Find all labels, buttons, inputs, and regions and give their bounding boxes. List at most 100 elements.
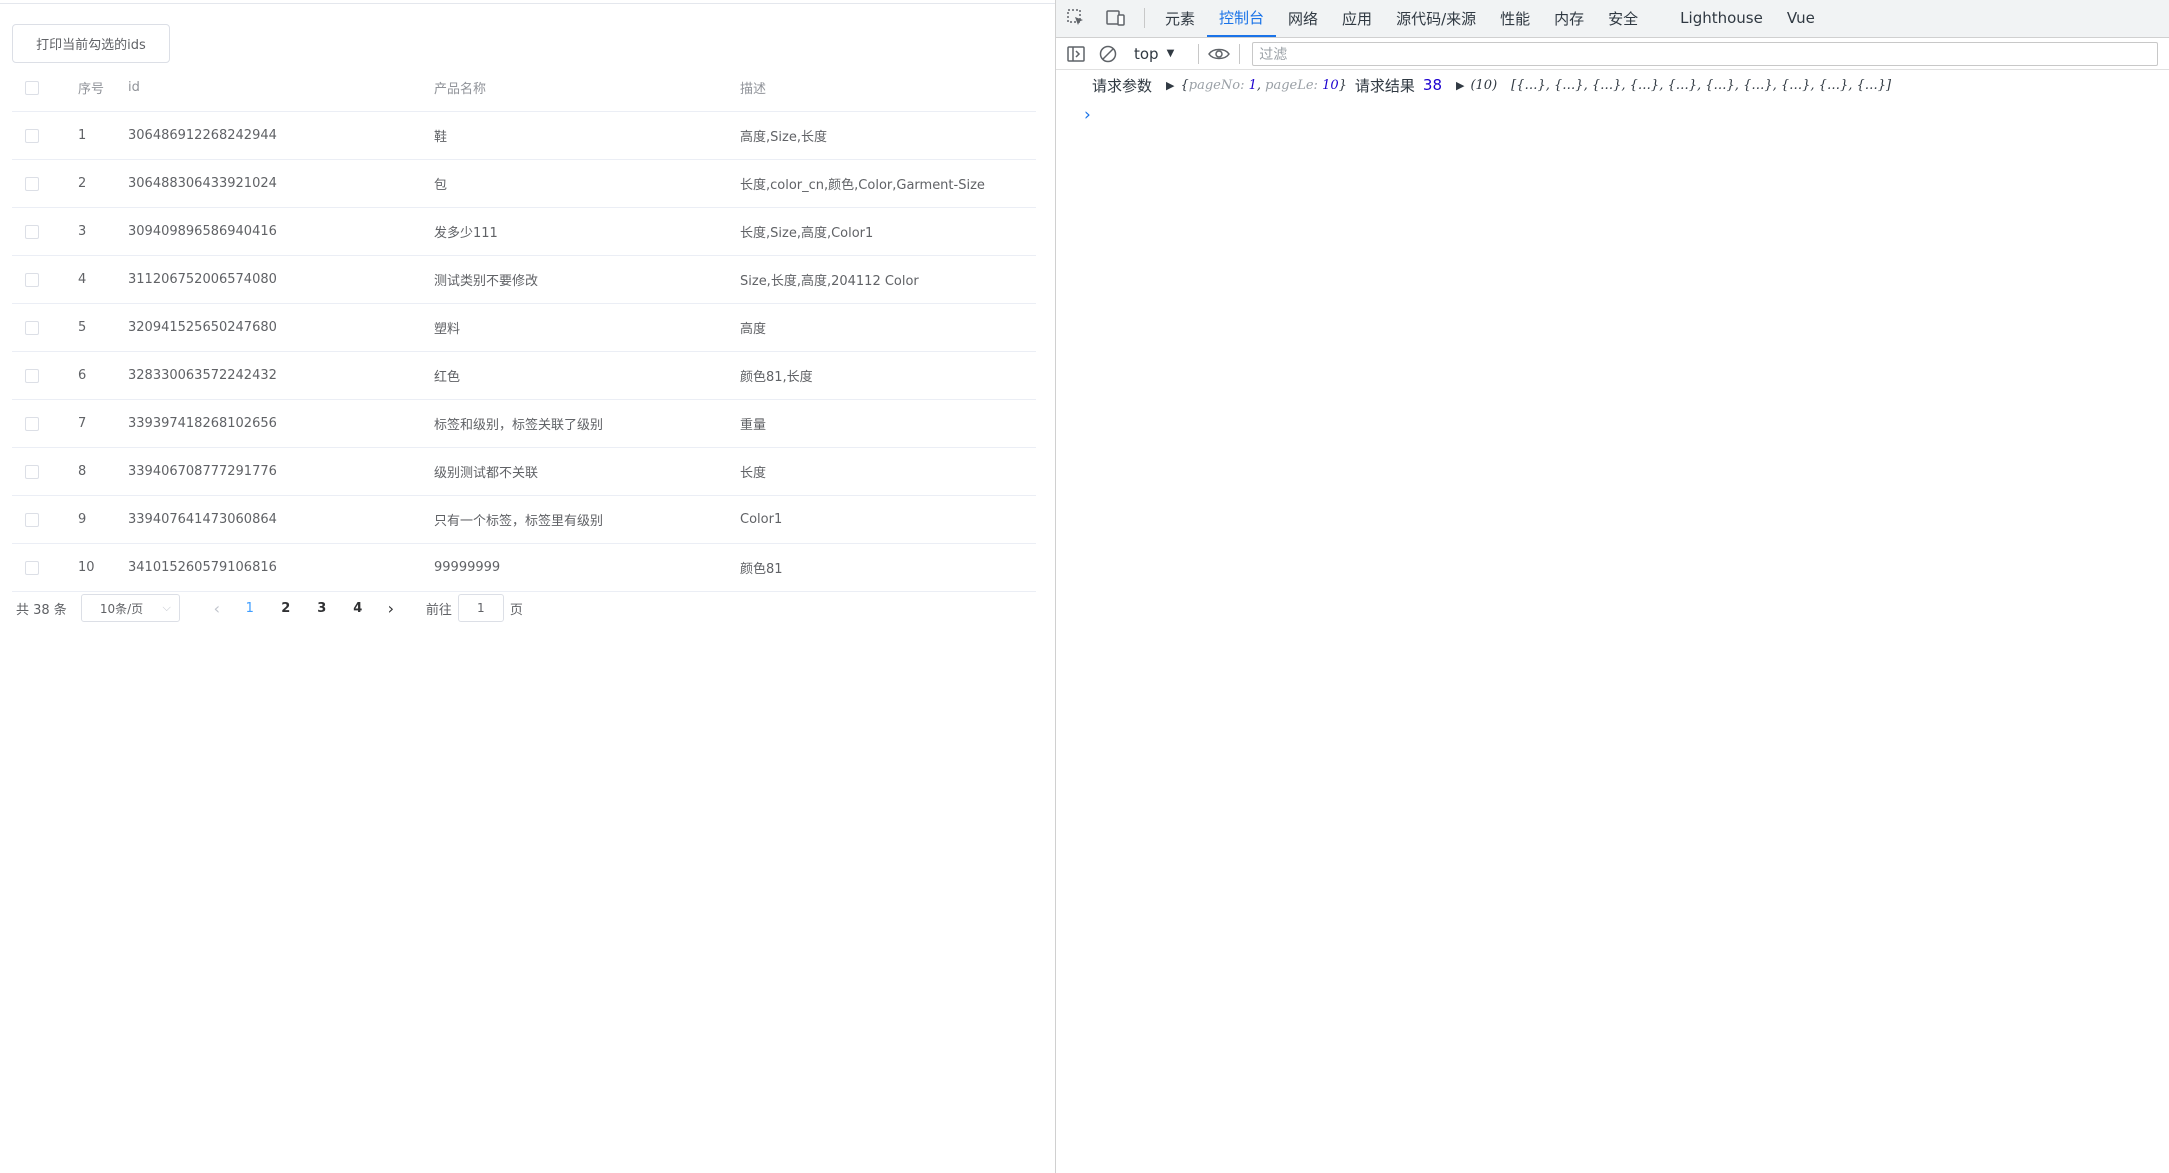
tab-elements[interactable]: 元素 xyxy=(1153,0,1207,37)
tab-lighthouse[interactable]: Lighthouse xyxy=(1668,0,1775,37)
row-select xyxy=(12,512,78,527)
table-row[interactable]: 7 339397418268102656 标签和级别，标签关联了级别 重量 xyxy=(12,400,1036,448)
row-checkbox[interactable] xyxy=(25,512,39,527)
cell-description: Color1 xyxy=(740,512,783,527)
table-row[interactable]: 1 306486912268242944 鞋 高度,Size,长度 xyxy=(12,112,1036,160)
cell-product-name: 只有一个标签，标签里有级别 xyxy=(434,514,604,529)
row-checkbox[interactable] xyxy=(25,176,39,191)
sidebar-toggle-icon[interactable] xyxy=(1060,39,1092,69)
row-select xyxy=(12,368,78,383)
row-checkbox[interactable] xyxy=(25,320,39,335)
params-object[interactable]: {pageNo: 1, pageLe: 10} xyxy=(1180,78,1346,93)
comma: , xyxy=(1256,77,1266,93)
prompt-chevron-icon: › xyxy=(1084,105,1091,125)
page: 打印当前勾选的ids 序号 id 产品名称 描述 1 30648691226824… xyxy=(0,0,1055,1173)
cell-description: 高度,Size,长度 xyxy=(740,130,827,145)
tab-memory[interactable]: 内存 xyxy=(1542,0,1596,37)
context-selector[interactable]: top ▼ xyxy=(1134,45,1174,63)
val-pageno: 1 xyxy=(1248,77,1257,93)
caret-down-icon: ▼ xyxy=(1166,48,1175,59)
cell-product-name: 99999999 xyxy=(434,560,501,575)
pagination: 共 38 条 10条/页 ⌵ ‹ 1 2 3 4 › 前往 1 页 xyxy=(16,594,523,622)
table-row[interactable]: 6 328330063572242432 红色 颜色81,长度 xyxy=(12,352,1036,400)
row-select xyxy=(12,176,78,191)
console-toolbar: top ▼ 过滤 xyxy=(1056,38,2169,70)
page-number-4[interactable]: 4 xyxy=(340,601,376,616)
row-select xyxy=(12,560,78,575)
row-checkbox[interactable] xyxy=(25,224,39,239)
cell-index: 3 xyxy=(78,224,87,239)
clear-console-icon[interactable] xyxy=(1092,39,1124,69)
page-size-select[interactable]: 10条/页 ⌵ xyxy=(80,594,180,622)
inspect-element-icon[interactable] xyxy=(1056,0,1096,37)
row-select xyxy=(12,416,78,431)
row-checkbox[interactable] xyxy=(25,368,39,383)
screen: 打印当前勾选的ids 序号 id 产品名称 描述 1 30648691226824… xyxy=(0,0,2169,1173)
console-output: 请求参数 ▶ {pageNo: 1, pageLe: 10} 请求结果 38 ▶… xyxy=(1056,70,2169,130)
table-row[interactable]: 4 311206752006574080 测试类别不要修改 Size,长度,高度,20… xyxy=(12,256,1036,304)
col-header-id: id xyxy=(128,80,140,95)
cell-id: 341015260579106816 xyxy=(128,560,277,575)
row-select xyxy=(12,320,78,335)
table-row[interactable]: 2 306488306433921024 包 长度,color_cn,颜色,Color… xyxy=(12,160,1036,208)
top-divider xyxy=(0,0,1055,4)
prev-page-icon[interactable]: ‹ xyxy=(202,599,232,618)
select-all-checkbox[interactable] xyxy=(25,80,39,95)
table-row[interactable]: 8 339406708777291776 级别测试都不关联 长度 xyxy=(12,448,1036,496)
device-toolbar-icon[interactable] xyxy=(1096,0,1136,37)
table-row[interactable]: 5 320941525650247680 塑料 高度 xyxy=(12,304,1036,352)
expand-triangle-icon[interactable]: ▶ xyxy=(1166,79,1174,92)
page-number-1[interactable]: 1 xyxy=(232,601,268,616)
colon-2: : xyxy=(1313,77,1323,93)
cell-id: 339407641473060864 xyxy=(128,512,277,527)
next-page-icon[interactable]: › xyxy=(376,599,406,618)
cell-index: 10 xyxy=(78,560,95,575)
chevron-down-icon: ⌵ xyxy=(162,601,171,614)
row-checkbox[interactable] xyxy=(25,128,39,143)
cell-product-name: 级别测试都不关联 xyxy=(434,466,539,481)
tab-security[interactable]: 安全 xyxy=(1596,0,1650,37)
page-number-3[interactable]: 3 xyxy=(304,601,340,616)
goto-page-input[interactable]: 1 xyxy=(457,594,504,622)
tab-sources[interactable]: 源代码/来源 xyxy=(1384,0,1488,37)
console-prompt-line[interactable]: › xyxy=(1084,100,2169,130)
table-header: 序号 id 产品名称 描述 xyxy=(12,64,1036,112)
array-length[interactable]: (10) xyxy=(1470,78,1497,93)
col-header-index: 序号 xyxy=(78,82,105,97)
col-header-desc: 描述 xyxy=(740,82,767,97)
tab-network[interactable]: 网络 xyxy=(1276,0,1330,37)
table-row[interactable]: 10 341015260579106816 99999999 颜色81 xyxy=(12,544,1036,592)
tab-console[interactable]: 控制台 xyxy=(1207,0,1277,37)
row-checkbox[interactable] xyxy=(25,272,39,287)
cell-description: 长度,Size,高度,Color1 xyxy=(740,226,874,241)
cell-id: 309409896586940416 xyxy=(128,224,277,239)
table-row[interactable]: 3 309409896586940416 发多少111 长度,Size,高度,Colo… xyxy=(12,208,1036,256)
obj-close: } xyxy=(1338,77,1347,93)
cell-id: 339397418268102656 xyxy=(128,416,277,431)
array-preview[interactable]: [{…}, {…}, {…}, {…}, {…}, {…}, {…}, {…},… xyxy=(1511,78,1891,93)
cell-product-name: 红色 xyxy=(434,370,461,385)
col-header-name: 产品名称 xyxy=(434,82,487,97)
print-selected-ids-button[interactable]: 打印当前勾选的ids xyxy=(12,24,170,63)
tab-performance[interactable]: 性能 xyxy=(1488,0,1542,37)
expand-triangle-icon-2[interactable]: ▶ xyxy=(1456,79,1464,92)
goto-suffix: 页 xyxy=(509,602,523,618)
cell-product-name: 测试类别不要修改 xyxy=(434,274,539,289)
tab-vue[interactable]: Vue xyxy=(1775,0,1827,37)
cell-id: 306488306433921024 xyxy=(128,176,277,191)
cell-index: 4 xyxy=(78,272,87,287)
key-pageno: pageNo xyxy=(1188,77,1241,93)
cell-description: Size,长度,高度,204112 Color xyxy=(740,274,919,289)
val-pagele: 10 xyxy=(1322,77,1339,93)
page-number-2[interactable]: 2 xyxy=(268,601,304,616)
console-filter-input[interactable]: 过滤 xyxy=(1252,41,2159,66)
row-checkbox[interactable] xyxy=(25,464,39,479)
row-checkbox[interactable] xyxy=(25,560,39,575)
tab-application[interactable]: 应用 xyxy=(1330,0,1384,37)
cell-description: 颜色81 xyxy=(740,562,783,577)
pagination-total: 共 38 条 xyxy=(16,602,67,618)
cell-product-name: 发多少111 xyxy=(434,226,498,241)
live-expression-eye-icon[interactable] xyxy=(1199,39,1239,69)
table-row[interactable]: 9 339407641473060864 只有一个标签，标签里有级别 Color1 xyxy=(12,496,1036,544)
row-checkbox[interactable] xyxy=(25,416,39,431)
